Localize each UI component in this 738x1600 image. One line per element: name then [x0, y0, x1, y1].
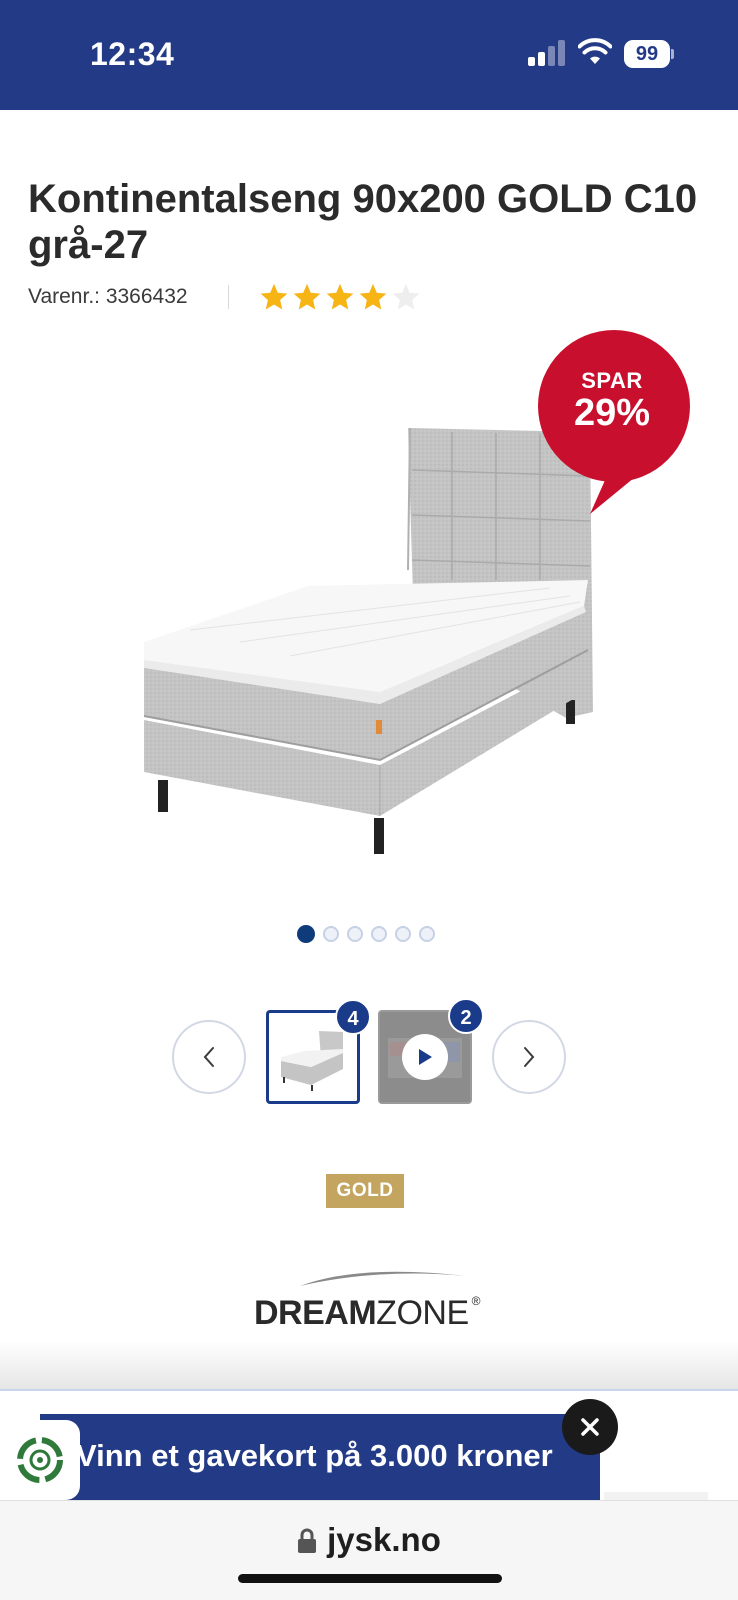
- carousel-dot[interactable]: [323, 926, 339, 942]
- browser-address-bar[interactable]: jysk.no: [0, 1500, 738, 1600]
- discount-badge: SPAR 29%: [536, 328, 692, 518]
- recycle-button[interactable]: [0, 1420, 80, 1500]
- recycle-icon: [17, 1437, 63, 1483]
- gold-quality-badge: GOLD: [326, 1174, 404, 1208]
- background-card: [604, 1492, 708, 1500]
- star-filled-icon: [326, 283, 353, 310]
- discount-label: SPAR: [581, 368, 643, 393]
- url-text: jysk.no: [327, 1521, 441, 1558]
- status-time: 12:34: [90, 36, 175, 72]
- url-display[interactable]: jysk.no: [0, 1521, 738, 1559]
- section-divider: [0, 1389, 738, 1391]
- carousel-dot[interactable]: [371, 926, 387, 942]
- brand-name-light: ZONE: [376, 1294, 469, 1332]
- prev-image-button[interactable]: [172, 1020, 246, 1094]
- rating-stars[interactable]: [259, 282, 421, 312]
- video-count-badge: 2: [448, 998, 484, 1034]
- star-empty-icon: [392, 283, 419, 310]
- carousel-dot[interactable]: [347, 926, 363, 942]
- close-icon: [581, 1418, 599, 1436]
- wifi-icon: [578, 38, 612, 64]
- chevron-right-icon: [524, 1047, 535, 1067]
- status-bar: 12:34 99: [0, 0, 738, 110]
- chevron-left-icon: [203, 1047, 214, 1067]
- registered-mark: ®: [471, 1294, 481, 1308]
- carousel-dot-active[interactable]: [297, 925, 315, 943]
- battery-icon: 99: [624, 40, 674, 68]
- dreamzone-swoosh-icon: [300, 1271, 466, 1286]
- image-thumbnail[interactable]: 4: [266, 999, 371, 1104]
- promo-banner[interactable]: Vinn et gavekort på 3.000 kroner: [40, 1414, 600, 1500]
- carousel-dot[interactable]: [419, 926, 435, 942]
- sku-number: Varenr.: 3366432: [28, 285, 188, 308]
- product-title: Kontinentalseng 90x200 GOLD C10 grå-27: [28, 177, 698, 267]
- star-filled-icon: [260, 283, 287, 310]
- carousel-dot[interactable]: [395, 926, 411, 942]
- star-filled-icon: [359, 283, 386, 310]
- bottom-shadow: [0, 1340, 738, 1390]
- image-count-badge: 4: [335, 999, 371, 1035]
- cellular-signal-icon: [528, 40, 566, 66]
- divider: [227, 285, 229, 309]
- dreamzone-logo: DREAMZONE ®: [254, 1268, 484, 1338]
- promo-text: Vinn et gavekort på 3.000 kroner: [76, 1438, 553, 1473]
- play-icon: [402, 1034, 448, 1080]
- video-thumbnail[interactable]: 2: [378, 998, 484, 1104]
- promo-close-button[interactable]: [562, 1399, 618, 1455]
- star-filled-icon: [293, 283, 320, 310]
- sku-row: Varenr.: 3366432: [28, 282, 421, 312]
- battery-level: 99: [624, 40, 670, 68]
- next-image-button[interactable]: [492, 1020, 566, 1094]
- home-indicator[interactable]: [238, 1574, 502, 1583]
- discount-value: 29%: [573, 392, 651, 434]
- brand-name-bold: DREAM: [254, 1294, 377, 1332]
- lock-icon: [298, 1528, 317, 1553]
- carousel-dots[interactable]: [297, 925, 435, 943]
